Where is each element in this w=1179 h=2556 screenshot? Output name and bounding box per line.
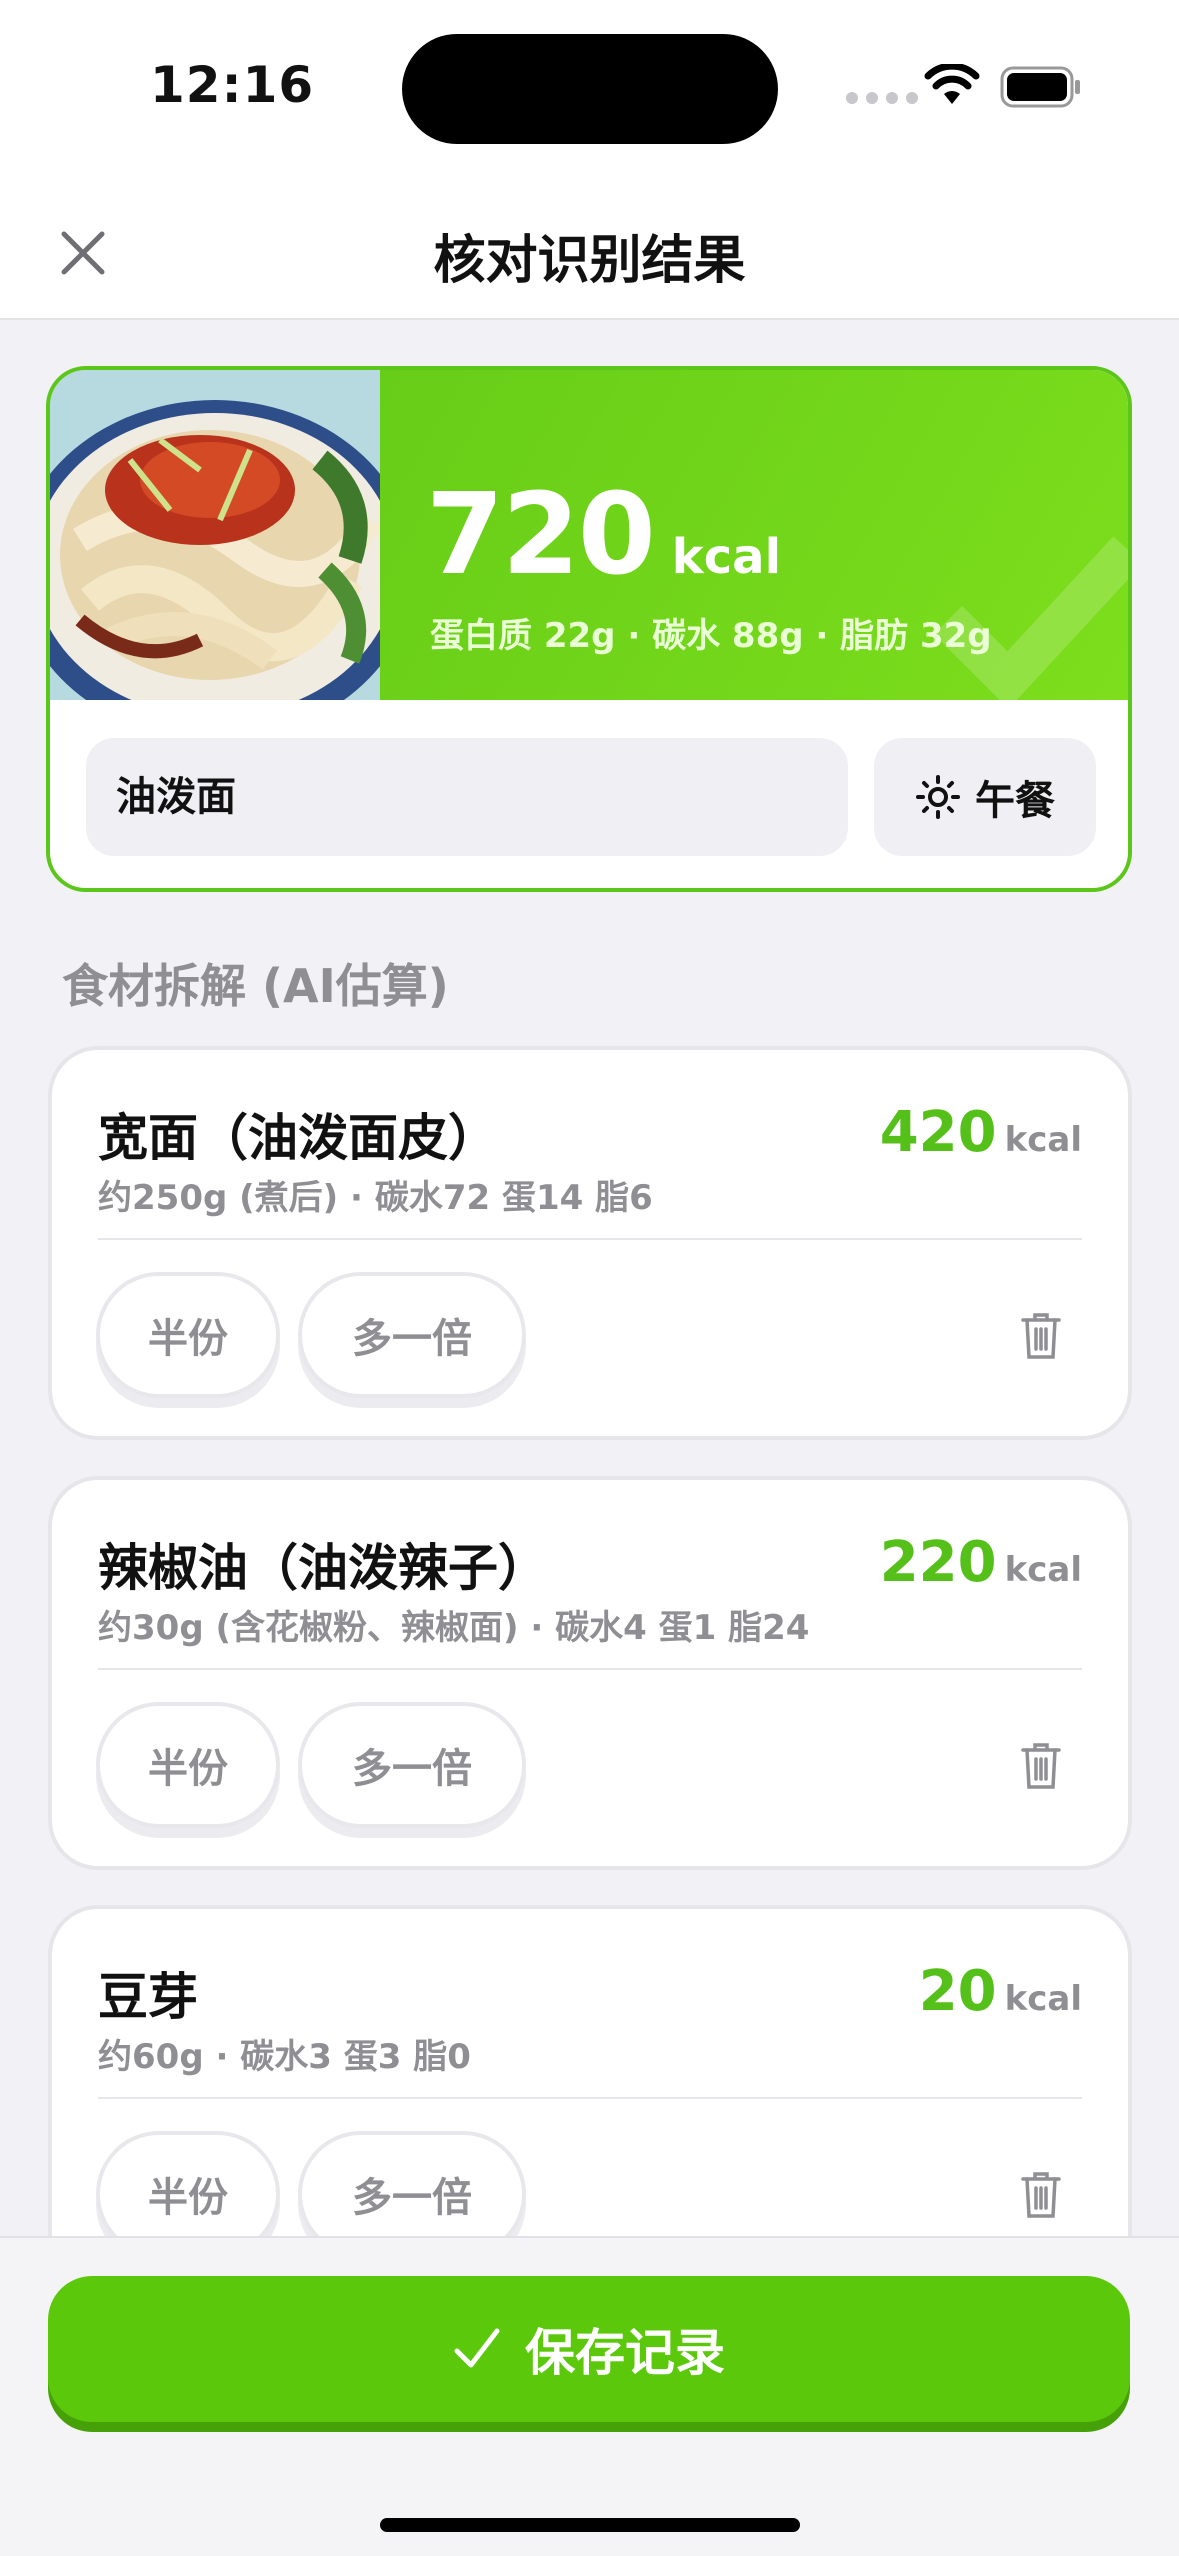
double-portion-button[interactable]: 多一倍: [298, 1702, 526, 1828]
meal-type-label: 午餐: [975, 778, 1055, 824]
dish-name-field[interactable]: 油泼面: [86, 738, 848, 856]
ingredient-calories: 20 kcal: [919, 1959, 1082, 2024]
cellular-signal-icon: [846, 92, 918, 104]
page-title: 核对识别结果: [433, 231, 746, 291]
ingredient-kcal-value: 220: [879, 1530, 997, 1595]
total-kcal-value: 720: [426, 470, 656, 600]
ingredient-card: 辣椒油（油泼辣子） 约30g (含花椒粉、辣椒面) · 碳水4 蛋1 脂24 2…: [48, 1476, 1132, 1870]
sun-icon: [916, 775, 960, 819]
ingredient-kcal-unit: kcal: [1004, 1550, 1082, 1590]
ingredient-detail: 约30g (含花椒粉、辣椒面) · 碳水4 蛋1 脂24: [98, 1608, 810, 1648]
half-portion-button[interactable]: 半份: [96, 1702, 280, 1828]
bottom-action-bar: 保存记录: [0, 2236, 1179, 2556]
meal-type-button[interactable]: 午餐: [874, 738, 1096, 856]
save-button-label: 保存记录: [525, 2324, 725, 2382]
ingredient-card: 宽面（油泼面皮） 约250g (煮后) · 碳水72 蛋14 脂6 420 kc…: [48, 1046, 1132, 1440]
status-time: 12:16: [150, 56, 315, 114]
home-indicator: [380, 2518, 800, 2532]
ingredient-detail: 约250g (煮后) · 碳水72 蛋14 脂6: [98, 1178, 653, 1218]
trash-icon[interactable]: [1020, 2171, 1062, 2219]
wifi-icon: [924, 64, 980, 104]
dynamic-island: [402, 34, 778, 144]
macros-summary: 蛋白质 22g · 碳水 88g · 脂肪 32g: [430, 616, 992, 656]
ingredient-name: 豆芽: [98, 1968, 198, 2026]
total-kcal-unit: kcal: [671, 529, 782, 585]
food-photo: [50, 370, 380, 700]
double-portion-button[interactable]: 多一倍: [298, 1272, 526, 1398]
total-calories: 720 kcal: [426, 470, 781, 600]
divider: [98, 2097, 1082, 2099]
check-watermark-icon: [933, 536, 1128, 700]
save-record-button[interactable]: 保存记录: [48, 2276, 1130, 2422]
ingredient-kcal-unit: kcal: [1004, 1120, 1082, 1160]
divider: [98, 1238, 1082, 1240]
ingredient-calories: 420 kcal: [880, 1100, 1082, 1165]
trash-icon[interactable]: [1020, 1312, 1062, 1360]
summary-card: 720 kcal 蛋白质 22g · 碳水 88g · 脂肪 32g 油泼面 午…: [46, 366, 1132, 892]
nav-bar: 核对识别结果: [0, 170, 1179, 320]
ingredient-kcal-value: 420: [879, 1100, 997, 1165]
calorie-banner: 720 kcal 蛋白质 22g · 碳水 88g · 脂肪 32g: [50, 370, 1128, 700]
battery-icon: [1000, 66, 1080, 108]
section-title: 食材拆解 (AI估算): [62, 959, 449, 1013]
ingredient-name: 辣椒油（油泼辣子）: [98, 1539, 548, 1597]
half-portion-button[interactable]: 半份: [96, 1272, 280, 1398]
trash-icon[interactable]: [1020, 1742, 1062, 1790]
ingredient-calories: 220 kcal: [880, 1530, 1082, 1595]
ingredient-kcal-value: 20: [918, 1959, 997, 2024]
status-bar: 12:16: [0, 0, 1179, 170]
ingredient-name: 宽面（油泼面皮）: [98, 1109, 498, 1167]
divider: [98, 1668, 1082, 1670]
ingredient-kcal-unit: kcal: [1004, 1979, 1082, 2019]
checkmark-icon: [454, 2328, 500, 2368]
ingredient-detail: 约60g · 碳水3 蛋3 脂0: [98, 2037, 471, 2077]
